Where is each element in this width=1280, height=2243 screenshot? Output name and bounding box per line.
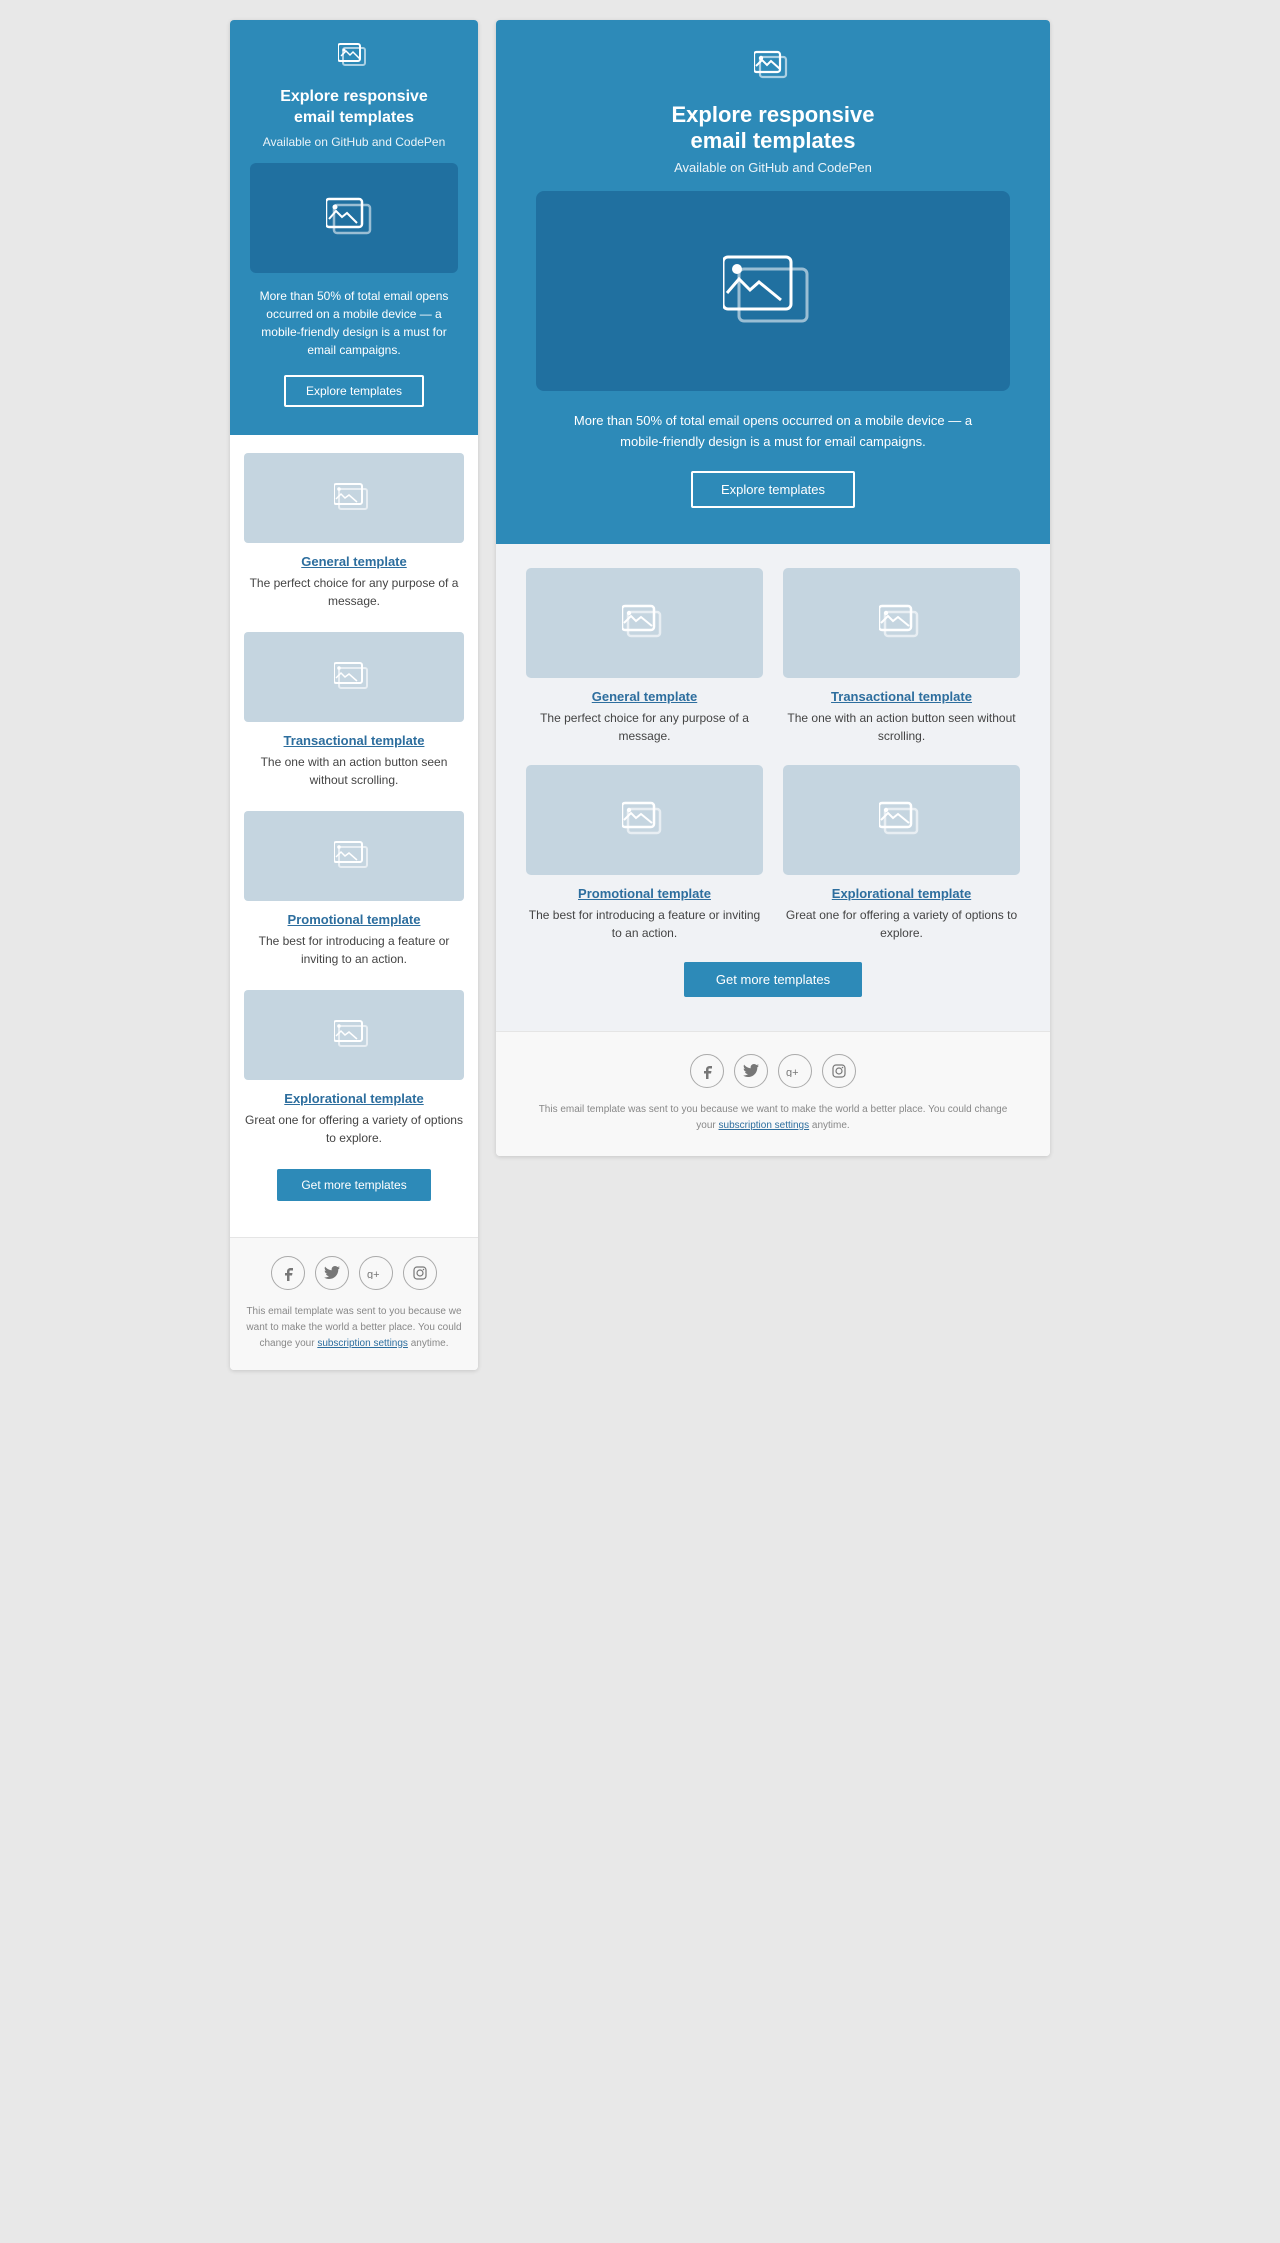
mobile-footer: g+ This email template was sent to you b… bbox=[230, 1237, 478, 1370]
desktop-card-title-2[interactable]: Transactional template bbox=[831, 689, 972, 704]
desktop-card-desc-3: The best for introducing a feature or in… bbox=[526, 906, 763, 942]
mobile-card-thumb-4 bbox=[244, 990, 464, 1080]
desktop-hero-text: More than 50% of total email opens occur… bbox=[536, 411, 1010, 453]
mobile-twitter-icon[interactable] bbox=[315, 1256, 349, 1290]
page-wrapper: Explore responsive email templates Avail… bbox=[230, 20, 1050, 2223]
mobile-card-thumb-3 bbox=[244, 811, 464, 901]
desktop-cards-section: General template The perfect choice for … bbox=[496, 544, 1050, 1031]
mobile-card-title-2[interactable]: Transactional template bbox=[284, 733, 425, 748]
mobile-hero-image bbox=[250, 163, 458, 273]
mobile-gplus-icon[interactable]: g+ bbox=[359, 1256, 393, 1290]
mobile-card-2: Transactional template The one with an a… bbox=[244, 632, 464, 789]
desktop-get-more-btn[interactable]: Get more templates bbox=[684, 962, 862, 997]
desktop-card-thumb-3 bbox=[526, 765, 763, 875]
mobile-footer-text: This email template was sent to you beca… bbox=[244, 1304, 464, 1352]
mobile-card-title-3[interactable]: Promotional template bbox=[288, 912, 421, 927]
desktop-card-2: Transactional template The one with an a… bbox=[783, 568, 1020, 745]
mobile-social-icons: g+ bbox=[244, 1256, 464, 1290]
mobile-explore-btn[interactable]: Explore templates bbox=[284, 375, 424, 407]
desktop-subscription-link[interactable]: subscription settings bbox=[719, 1120, 810, 1131]
desktop-instagram-icon[interactable] bbox=[822, 1054, 856, 1088]
desktop-card-thumb-2 bbox=[783, 568, 1020, 678]
desktop-card-thumb-1 bbox=[526, 568, 763, 678]
mobile-hero-text: More than 50% of total email opens occur… bbox=[250, 287, 458, 359]
desktop-hero-image bbox=[536, 191, 1010, 391]
desktop-hero-title: Explore responsive email templates bbox=[536, 102, 1010, 154]
mobile-hero-icon bbox=[250, 42, 458, 77]
desktop-facebook-icon[interactable] bbox=[690, 1054, 724, 1088]
desktop-card-desc-2: The one with an action button seen witho… bbox=[783, 709, 1020, 745]
mobile-card-desc-1: The perfect choice for any purpose of a … bbox=[244, 574, 464, 610]
desktop-preview: Explore responsive email templates Avail… bbox=[496, 20, 1050, 1156]
mobile-card-thumb-1 bbox=[244, 453, 464, 543]
svg-text:g+: g+ bbox=[786, 1067, 799, 1077]
desktop-hero: Explore responsive email templates Avail… bbox=[496, 20, 1050, 544]
desktop-card-title-4[interactable]: Explorational template bbox=[832, 886, 971, 901]
mobile-card-desc-2: The one with an action button seen witho… bbox=[244, 753, 464, 789]
desktop-explore-btn[interactable]: Explore templates bbox=[691, 471, 855, 508]
desktop-card-title-3[interactable]: Promotional template bbox=[578, 886, 711, 901]
mobile-hero-title: Explore responsive email templates bbox=[250, 87, 458, 129]
desktop-card-4: Explorational template Great one for off… bbox=[783, 765, 1020, 942]
svg-text:g+: g+ bbox=[367, 1269, 380, 1279]
mobile-card-title-4[interactable]: Explorational template bbox=[284, 1091, 423, 1106]
mobile-get-more-btn[interactable]: Get more templates bbox=[277, 1169, 430, 1201]
mobile-card-3: Promotional template The best for introd… bbox=[244, 811, 464, 968]
desktop-card-3: Promotional template The best for introd… bbox=[526, 765, 763, 942]
desktop-footer: g+ This email template was sent to you b… bbox=[496, 1031, 1050, 1156]
mobile-card-4: Explorational template Great one for off… bbox=[244, 990, 464, 1147]
desktop-card-desc-1: The perfect choice for any purpose of a … bbox=[526, 709, 763, 745]
mobile-card-desc-3: The best for introducing a feature or in… bbox=[244, 932, 464, 968]
mobile-card-thumb-2 bbox=[244, 632, 464, 722]
mobile-card-desc-4: Great one for offering a variety of opti… bbox=[244, 1111, 464, 1147]
desktop-card-desc-4: Great one for offering a variety of opti… bbox=[783, 906, 1020, 942]
desktop-card-thumb-4 bbox=[783, 765, 1020, 875]
mobile-preview: Explore responsive email templates Avail… bbox=[230, 20, 478, 1370]
desktop-card-1: General template The perfect choice for … bbox=[526, 568, 763, 745]
desktop-gplus-icon[interactable]: g+ bbox=[778, 1054, 812, 1088]
mobile-hero-subtitle: Available on GitHub and CodePen bbox=[250, 135, 458, 149]
mobile-cards-section: General template The perfect choice for … bbox=[230, 435, 478, 1237]
mobile-card-1: General template The perfect choice for … bbox=[244, 453, 464, 610]
mobile-instagram-icon[interactable] bbox=[403, 1256, 437, 1290]
desktop-card-title-1[interactable]: General template bbox=[592, 689, 698, 704]
mobile-subscription-link[interactable]: subscription settings bbox=[317, 1338, 408, 1349]
desktop-cards-grid: General template The perfect choice for … bbox=[526, 568, 1020, 942]
mobile-hero: Explore responsive email templates Avail… bbox=[230, 20, 478, 435]
mobile-facebook-icon[interactable] bbox=[271, 1256, 305, 1290]
desktop-hero-icon bbox=[536, 50, 1010, 90]
desktop-hero-subtitle: Available on GitHub and CodePen bbox=[536, 160, 1010, 175]
desktop-footer-text: This email template was sent to you beca… bbox=[536, 1102, 1010, 1134]
desktop-twitter-icon[interactable] bbox=[734, 1054, 768, 1088]
mobile-card-title-1[interactable]: General template bbox=[301, 554, 407, 569]
desktop-social-icons: g+ bbox=[536, 1054, 1010, 1088]
